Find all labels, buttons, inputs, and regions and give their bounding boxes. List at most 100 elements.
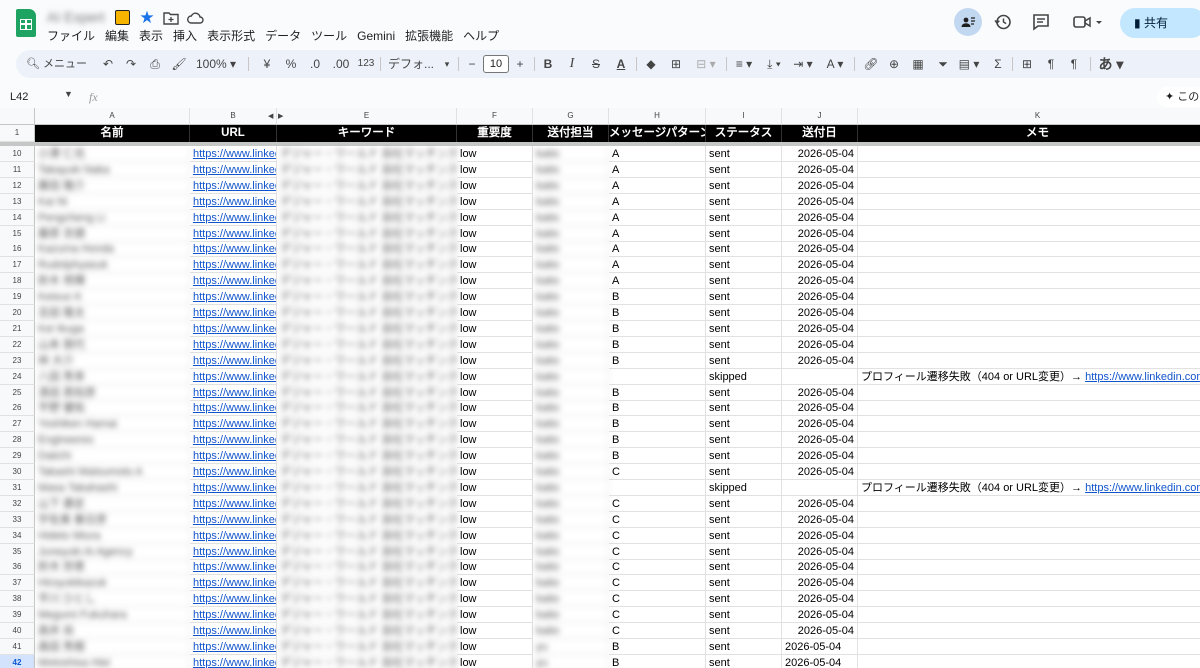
- cell-url[interactable]: https://www.linkedin: [190, 654, 277, 668]
- cell-kw[interactable]: デジャー・ワールド 自社マッチング: [277, 146, 457, 162]
- row-header[interactable]: 41: [0, 638, 35, 655]
- font-chevron-down-icon[interactable]: ▾: [442, 50, 452, 78]
- cell-url[interactable]: https://www.linkedin: [190, 591, 277, 608]
- column-header-f[interactable]: F: [457, 108, 533, 125]
- cell-owner[interactable]: kaito: [533, 495, 609, 512]
- cell-status[interactable]: sent: [706, 638, 782, 655]
- cell-pat[interactable]: A: [609, 209, 706, 226]
- cell-pat[interactable]: B: [609, 320, 706, 337]
- cell-url[interactable]: https://www.linkedin: [190, 305, 277, 321]
- cell-url[interactable]: https://www.linkedin: [190, 241, 277, 258]
- cell-status[interactable]: sent: [706, 193, 782, 210]
- cell-kw[interactable]: デジャー・ワールド 自社マッチング: [277, 273, 457, 290]
- merge-cells-icon[interactable]: ⊟ ▾: [691, 50, 721, 78]
- cell-date[interactable]: 2026-05-04: [782, 209, 858, 226]
- cell-status[interactable]: sent: [706, 305, 782, 321]
- cell-url[interactable]: https://www.linkedin: [190, 146, 277, 162]
- cell-owner[interactable]: kaito: [533, 257, 609, 274]
- text-color-icon[interactable]: A: [612, 50, 630, 78]
- cell-pat[interactable]: C: [609, 543, 706, 560]
- cell-kw[interactable]: デジャー・ワールド 自社マッチング: [277, 257, 457, 274]
- cell-pat[interactable]: A: [609, 161, 706, 178]
- strikethrough-icon[interactable]: S: [588, 50, 604, 78]
- cell-status[interactable]: sent: [706, 320, 782, 337]
- cell-pri[interactable]: low: [457, 305, 533, 321]
- cell-status[interactable]: sent: [706, 336, 782, 353]
- menu-item-0[interactable]: ファイル: [47, 27, 100, 45]
- cell-status[interactable]: sent: [706, 448, 782, 465]
- cell-kw[interactable]: デジャー・ワールド 自社マッチング: [277, 177, 457, 194]
- decrease-decimal-button[interactable]: .0: [306, 50, 324, 78]
- cell-memo[interactable]: [858, 400, 1200, 417]
- cell-pri[interactable]: low: [457, 432, 533, 449]
- cell-memo[interactable]: [858, 257, 1200, 274]
- comments-icon[interactable]: [1027, 8, 1055, 36]
- row-header[interactable]: 31: [0, 479, 35, 496]
- cell-kw[interactable]: デジャー・ワールド 自社マッチング: [277, 305, 457, 321]
- cell-owner[interactable]: kaito: [533, 225, 609, 242]
- cell-owner[interactable]: kaito: [533, 559, 609, 576]
- cell-name[interactable]: Rudolphyasuk: [35, 257, 190, 274]
- document-title[interactable]: AI Expert: [47, 7, 105, 27]
- cell-kw[interactable]: デジャー・ワールド 自社マッチング: [277, 575, 457, 592]
- cell-name[interactable]: 林 大介: [35, 352, 190, 369]
- column-header-g[interactable]: G: [533, 108, 609, 125]
- name-box[interactable]: L42: [10, 88, 28, 106]
- cell-memo[interactable]: [858, 337, 1200, 353]
- cell-owner[interactable]: kaito: [533, 305, 609, 321]
- cell-url[interactable]: https://www.linkedin: [190, 368, 277, 385]
- insert-link-icon[interactable]: 🔗︎: [862, 50, 880, 78]
- cell-status[interactable]: skipped: [706, 479, 782, 496]
- cell-pri[interactable]: low: [457, 623, 533, 639]
- row-header[interactable]: 19: [0, 289, 35, 306]
- cell-owner[interactable]: kaito: [533, 543, 609, 560]
- filter-icon[interactable]: ⏷: [934, 50, 952, 78]
- cell-date[interactable]: 2026-05-04: [782, 511, 858, 528]
- cell-name[interactable]: Keisuo K: [35, 289, 190, 306]
- cell-pat[interactable]: A: [609, 193, 706, 210]
- cell-name[interactable]: Hideto Miura: [35, 527, 190, 544]
- cell-name[interactable]: 高井 尚: [35, 623, 190, 639]
- cell-pri[interactable]: low: [457, 320, 533, 337]
- row-header[interactable]: 22: [0, 336, 35, 353]
- cell-memo[interactable]: [858, 178, 1200, 194]
- cell-pat[interactable]: A: [609, 241, 706, 258]
- cell-pri[interactable]: low: [457, 161, 533, 178]
- cell-pat[interactable]: C: [609, 575, 706, 592]
- cell-kw[interactable]: デジャー・ワールド 自社マッチング: [277, 241, 457, 258]
- cell-status[interactable]: sent: [706, 607, 782, 624]
- row-header[interactable]: 35: [0, 543, 35, 560]
- menu-item-5[interactable]: データ: [260, 27, 306, 45]
- cell-name[interactable]: 平野 優佑: [35, 400, 190, 417]
- cell-status[interactable]: sent: [706, 559, 782, 576]
- cell-status[interactable]: sent: [706, 146, 782, 162]
- insert-comment-icon[interactable]: ⊕: [885, 50, 903, 78]
- menu-item-3[interactable]: 挿入: [168, 27, 202, 45]
- cell-pat[interactable]: A: [609, 225, 706, 242]
- percent-button[interactable]: %: [283, 50, 299, 78]
- cell-date[interactable]: 2026-05-04: [782, 352, 858, 369]
- cell-memo[interactable]: [858, 639, 1200, 655]
- cell-name[interactable]: Pengcheng Li: [35, 209, 190, 226]
- column-header-j[interactable]: J: [782, 108, 858, 125]
- cell-kw[interactable]: デジャー・ワールド 自社マッチング: [277, 161, 457, 178]
- cell-kw[interactable]: デジャー・ワールド 自社マッチング: [277, 225, 457, 242]
- cell-pat[interactable]: A: [609, 257, 706, 274]
- cell-pri[interactable]: low: [457, 336, 533, 353]
- cell-kw[interactable]: デジャー・ワールド 自社マッチング: [277, 543, 457, 560]
- cell-kw[interactable]: デジャー・ワールド 自社マッチング: [277, 511, 457, 528]
- header-cell-k[interactable]: メモ: [858, 125, 1200, 142]
- cell-kw[interactable]: デジャー・ワールド 自社マッチング: [277, 527, 457, 544]
- cell-owner[interactable]: kaito: [533, 432, 609, 449]
- menu-item-9[interactable]: ヘルプ: [458, 27, 504, 45]
- cell-date[interactable]: 2026-05-04: [782, 591, 858, 608]
- cell-memo[interactable]: [858, 273, 1200, 290]
- cell-name[interactable]: 山本 朋代: [35, 336, 190, 353]
- cell-name[interactable]: 吉田 隆太: [35, 305, 190, 321]
- cell-owner[interactable]: kaito: [533, 464, 609, 480]
- cell-url[interactable]: https://www.linkedin: [190, 448, 277, 465]
- text-direction-ltr-icon[interactable]: ¶: [1042, 50, 1060, 78]
- cell-owner[interactable]: yu: [533, 638, 609, 655]
- cell-owner[interactable]: kaito: [533, 416, 609, 433]
- cell-pri[interactable]: low: [457, 400, 533, 417]
